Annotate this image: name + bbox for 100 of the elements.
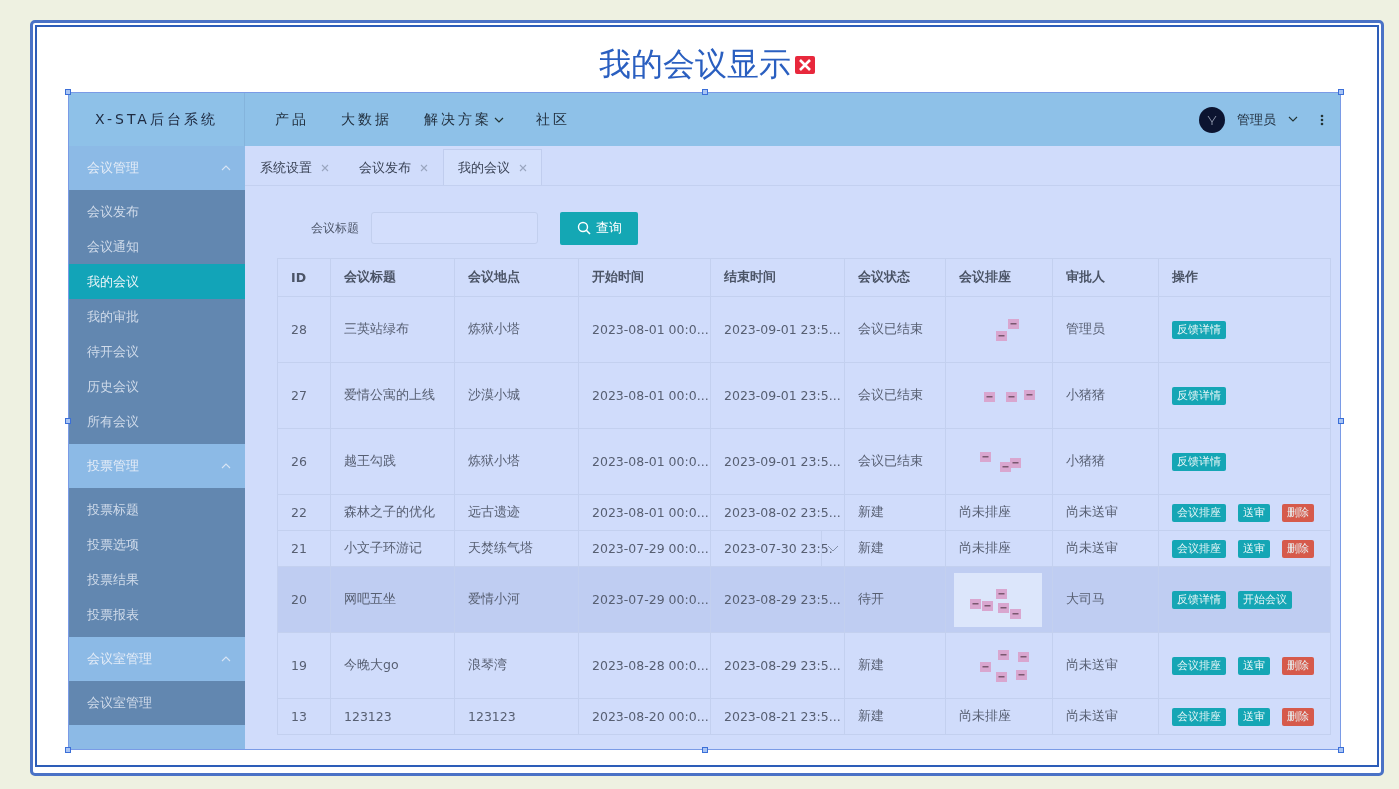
delete-button[interactable]: 删除 (1282, 656, 1314, 675)
menu-item[interactable]: 所有会议 (69, 404, 245, 439)
close-icon (519, 163, 527, 172)
page-title: 我的会议显示 (599, 43, 791, 84)
close-icon (795, 55, 815, 74)
table-cell: 2023-08-29 23:5... (710, 632, 845, 699)
action-button[interactable]: 送审 (1238, 503, 1270, 522)
more-icon (1320, 113, 1324, 126)
action-button[interactable]: 会议排座 (1172, 539, 1226, 558)
search-button[interactable]: 查询 (560, 211, 638, 245)
table-cell: 三英站绿布 (330, 296, 455, 363)
close-icon (420, 163, 428, 172)
action-button[interactable]: 反馈详情 (1172, 452, 1226, 471)
action-button[interactable]: 送审 (1238, 707, 1270, 726)
table-cell: 2023-08-01 00:0... (578, 362, 711, 429)
table-cell: 2023-09-01 23:5... (710, 362, 845, 429)
table-cell: 尚未送审 (1052, 494, 1159, 531)
menu-item[interactable]: 历史会议 (69, 369, 245, 404)
action-button[interactable]: 会议排座 (1172, 503, 1226, 522)
menu-item[interactable]: 会议室管理 (69, 685, 245, 720)
chevron-down-icon (494, 115, 504, 124)
table-cell: 今晚大go (330, 632, 455, 699)
menu-item[interactable]: 投票选项 (69, 527, 245, 562)
table-cell: 爱情公寓的上线 (330, 362, 455, 429)
chevron-down-icon (1288, 116, 1298, 123)
tab[interactable]: 会议发布 (344, 149, 443, 185)
table-cell: 2023-08-29 23:5... (710, 566, 845, 633)
resize-handle[interactable] (1338, 89, 1344, 95)
menu-item[interactable]: 投票标题 (69, 492, 245, 527)
user-name[interactable]: 管理员 (1237, 110, 1276, 129)
menu-item[interactable]: 会议通知 (69, 229, 245, 264)
action-button[interactable]: 反馈详情 (1172, 590, 1226, 609)
tab[interactable]: 系统设置 (245, 149, 344, 185)
table-cell: 2023-09-01 23:5... (710, 296, 845, 363)
column-header: 会议状态 (844, 258, 946, 297)
resize-handle[interactable] (701, 89, 708, 95)
table-cell: 网吧五坐 (330, 566, 455, 633)
action-button[interactable]: 会议排座 (1172, 707, 1226, 726)
table-cell: 会议已结束 (844, 296, 946, 363)
action-button[interactable]: 反馈详情 (1172, 386, 1226, 405)
table-cell: 2023-08-01 00:0... (578, 296, 711, 363)
nav-link[interactable]: 大数据 (341, 110, 392, 129)
search-icon (576, 221, 591, 235)
table-cell: 森林之子的优化 (330, 494, 455, 531)
table-cell: 新建 (844, 632, 946, 699)
column-header: 会议地点 (454, 258, 579, 297)
menu-group[interactable]: 会议室管理 (69, 637, 245, 681)
table-cell: 越王勾践 (330, 428, 455, 495)
chevron-up-icon (221, 165, 231, 171)
resize-handle[interactable] (65, 418, 71, 424)
table-cell: 炼狱小塔 (454, 428, 579, 495)
menu-item[interactable]: 待开会议 (69, 334, 245, 369)
menu-item[interactable]: 会议发布 (69, 194, 245, 229)
tab[interactable]: 我的会议 (443, 149, 542, 185)
table-cell: 2023-09-01 23:5... (710, 428, 845, 495)
action-button[interactable]: 反馈详情 (1172, 320, 1226, 339)
action-button[interactable]: 送审 (1238, 656, 1270, 675)
resize-handle[interactable] (65, 89, 71, 95)
table-cell: 21 (277, 530, 331, 567)
column-header: 审批人 (1052, 258, 1159, 297)
table-cell: 会议已结束 (844, 428, 946, 495)
delete-button[interactable]: 删除 (1282, 503, 1314, 522)
column-header: 会议排座 (945, 258, 1053, 297)
nav-link[interactable]: 解决方案 (424, 110, 504, 129)
table-cell: 19 (277, 632, 331, 699)
resize-handle[interactable] (1338, 418, 1344, 424)
column-header: ID (277, 258, 331, 297)
menu-item[interactable]: 我的审批 (69, 299, 245, 334)
table-cell: 小文子环游记 (330, 530, 455, 567)
table-cell: 尚未送审 (1052, 698, 1159, 735)
menu-group[interactable]: 会议管理 (69, 146, 245, 190)
action-button[interactable]: 送审 (1238, 539, 1270, 558)
field-label: 会议标题 (311, 219, 359, 237)
table-cell: 浪琴湾 (454, 632, 579, 699)
table-cell: 2023-07-30 23:5. (710, 530, 845, 567)
resize-handle[interactable] (65, 747, 71, 753)
nav-link[interactable]: 社区 (536, 110, 570, 129)
table-cell: 27 (277, 362, 331, 429)
nav-link[interactable]: 产品 (275, 110, 309, 129)
menu-group[interactable]: 投票管理 (69, 444, 245, 488)
table-cell: 123123 (454, 698, 579, 735)
table-cell: 小猪猪 (1052, 362, 1159, 429)
resize-handle[interactable] (701, 747, 708, 753)
delete-button[interactable]: 删除 (1282, 539, 1314, 558)
column-header: 会议标题 (330, 258, 455, 297)
table-cell: 待开 (844, 566, 946, 633)
menu-item[interactable]: 投票报表 (69, 597, 245, 632)
seating-chart-drawing (996, 318, 1019, 341)
close-icon (321, 163, 329, 172)
resize-handle[interactable] (1338, 747, 1344, 753)
delete-button[interactable]: 删除 (1282, 707, 1314, 726)
table-cell: 20 (277, 566, 331, 633)
avatar-icon (1199, 106, 1225, 133)
table-cell: 尚未排座 (945, 698, 1053, 735)
action-button[interactable]: 会议排座 (1172, 656, 1226, 675)
seating-chart-drawing (980, 451, 1021, 472)
menu-item[interactable]: 我的会议 (69, 264, 245, 299)
table-cell: 123123 (330, 698, 455, 735)
action-button[interactable]: 开始会议 (1238, 590, 1292, 609)
menu-item[interactable]: 投票结果 (69, 562, 245, 597)
